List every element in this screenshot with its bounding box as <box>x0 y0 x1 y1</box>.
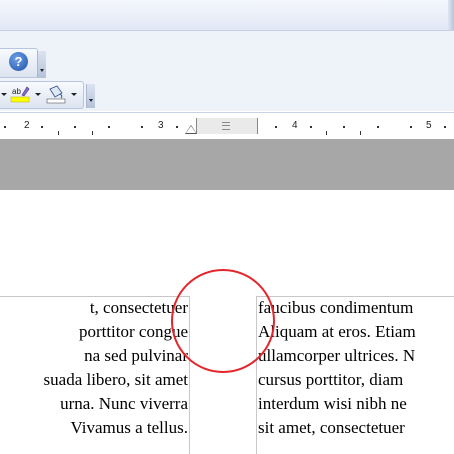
text-line: ullamcorper ultrices. N <box>258 346 416 365</box>
text-line: urna. Nunc viverra <box>60 394 188 413</box>
ruler-dot <box>377 126 379 128</box>
text-line: cursus porttitor, diam <box>258 370 404 389</box>
left-column-text[interactable]: t, consectetuer porttitor congue na sed … <box>44 298 188 442</box>
ruler-dot <box>310 126 312 128</box>
window-edge <box>448 0 454 30</box>
ruler-tick <box>92 131 93 135</box>
toolbar-options-chevron-icon[interactable] <box>37 51 46 78</box>
ruler-dot <box>275 126 277 128</box>
ruler-number: 5 <box>426 120 432 131</box>
text-line: t, consectetuer <box>89 298 188 317</box>
ruler-column-grip[interactable] <box>222 122 230 130</box>
text-line: Vivamus a tellus. <box>70 418 189 437</box>
shading-icon[interactable] <box>46 85 66 105</box>
ruler-dot <box>4 126 6 128</box>
ruler-dot <box>141 126 143 128</box>
text-line: na sed pulvinar <box>84 346 188 365</box>
help-icon[interactable]: ? <box>9 52 28 71</box>
right-column-text[interactable]: faucibus condimentum Aliquam at eros. Et… <box>258 298 454 454</box>
horizontal-ruler[interactable]: 2 3 4 5 <box>0 112 454 140</box>
text-line: suada libero, sit amet <box>43 370 188 389</box>
text-line: sit amet, consectetuer <box>258 418 405 437</box>
text-line: porttitor congue <box>78 322 188 341</box>
svg-text:ab: ab <box>12 87 21 96</box>
toolbar-options-chevron-icon[interactable] <box>86 84 95 108</box>
ruler-dot <box>108 126 110 128</box>
ruler-dot <box>74 126 76 128</box>
title-bar <box>0 0 454 31</box>
shading-dropdown-icon[interactable] <box>71 93 77 96</box>
ruler-number: 4 <box>292 120 298 131</box>
text-line: Aliquam at eros. Etiam <box>258 322 416 341</box>
ruler-tick <box>326 131 327 135</box>
ruler-dot <box>176 126 178 128</box>
ruler-number: 3 <box>158 120 164 131</box>
dropdown-arrow-icon[interactable] <box>1 93 7 96</box>
ruler-number: 2 <box>24 120 30 131</box>
ruler-tick <box>360 131 361 135</box>
indent-marker[interactable] <box>186 126 196 133</box>
ruler-dot <box>343 126 345 128</box>
page-background <box>0 139 454 190</box>
highlight-icon[interactable]: ab <box>10 84 30 104</box>
ruler-tick <box>58 131 59 135</box>
text-line: interdum wisi nibh ne <box>258 394 407 413</box>
annotation-circle <box>171 269 275 373</box>
ruler-dot <box>410 126 412 128</box>
ruler-dot <box>41 126 43 128</box>
text-line: faucibus condimentum <box>258 298 414 317</box>
highlight-dropdown-icon[interactable] <box>35 93 41 96</box>
ruler-dot <box>444 126 446 128</box>
